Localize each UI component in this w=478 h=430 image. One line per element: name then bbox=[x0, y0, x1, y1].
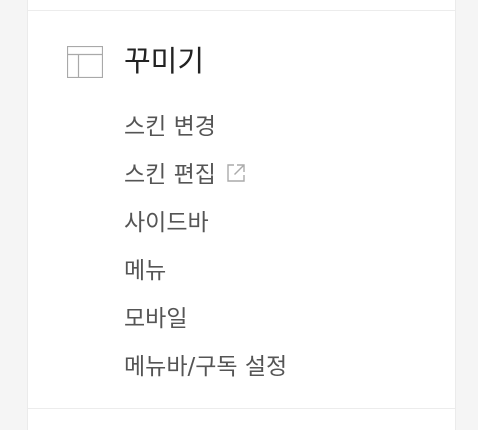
menu-item-menubar-subscribe[interactable]: 메뉴바/구독 설정 bbox=[124, 340, 287, 388]
section-divider-top bbox=[28, 10, 455, 11]
menu-item-label: 스킨 편집 bbox=[124, 162, 216, 188]
menu-list: 스킨 변경 스킨 편집 사이드바 메뉴 모바일 메뉴바/구독 설정 bbox=[124, 100, 287, 388]
external-link-icon bbox=[225, 162, 247, 184]
menu-item-label: 메뉴 bbox=[124, 258, 167, 284]
menu-item-label: 메뉴바/구독 설정 bbox=[124, 354, 288, 380]
menu-item-label: 스킨 변경 bbox=[124, 114, 216, 140]
menu-item-label: 모바일 bbox=[124, 306, 188, 332]
menu-item-menu[interactable]: 메뉴 bbox=[124, 244, 287, 292]
menu-item-mobile[interactable]: 모바일 bbox=[124, 292, 287, 340]
menu-item-skin-edit[interactable]: 스킨 편집 bbox=[124, 148, 287, 196]
section-divider-bottom bbox=[28, 408, 455, 409]
menu-item-label: 사이드바 bbox=[124, 210, 209, 236]
section-title: 꾸미기 bbox=[124, 44, 205, 78]
menu-item-sidebar[interactable]: 사이드바 bbox=[124, 196, 287, 244]
layout-icon bbox=[66, 45, 104, 79]
settings-panel: 꾸미기 스킨 변경 스킨 편집 사이드바 메뉴 모바일 메뉴바/구독 설정 bbox=[27, 0, 456, 430]
menu-item-skin-change[interactable]: 스킨 변경 bbox=[124, 100, 287, 148]
